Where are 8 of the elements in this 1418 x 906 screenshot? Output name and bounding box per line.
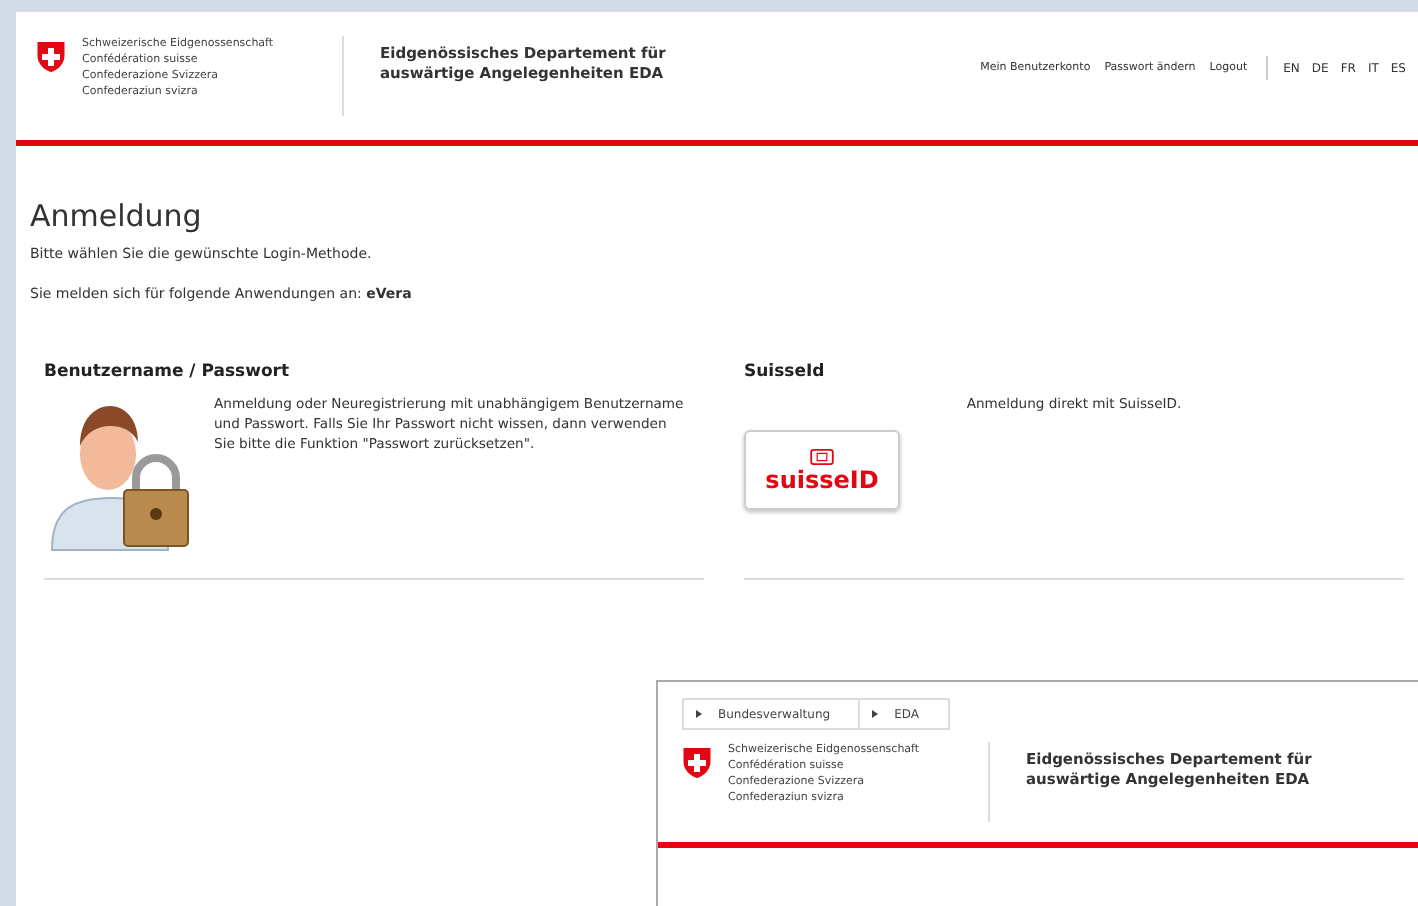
swiss-shield-icon <box>682 746 712 780</box>
suisseid-login-button[interactable]: suisseID <box>744 430 900 510</box>
method-heading: Benutzername / Passwort <box>44 362 292 382</box>
method-heading: SuisseId <box>744 362 827 382</box>
chip-card-icon <box>810 447 834 465</box>
swiss-shield-icon <box>36 40 66 74</box>
page-title: Anmeldung <box>30 198 204 234</box>
suisseid-logo-text: suisseID <box>765 465 879 493</box>
